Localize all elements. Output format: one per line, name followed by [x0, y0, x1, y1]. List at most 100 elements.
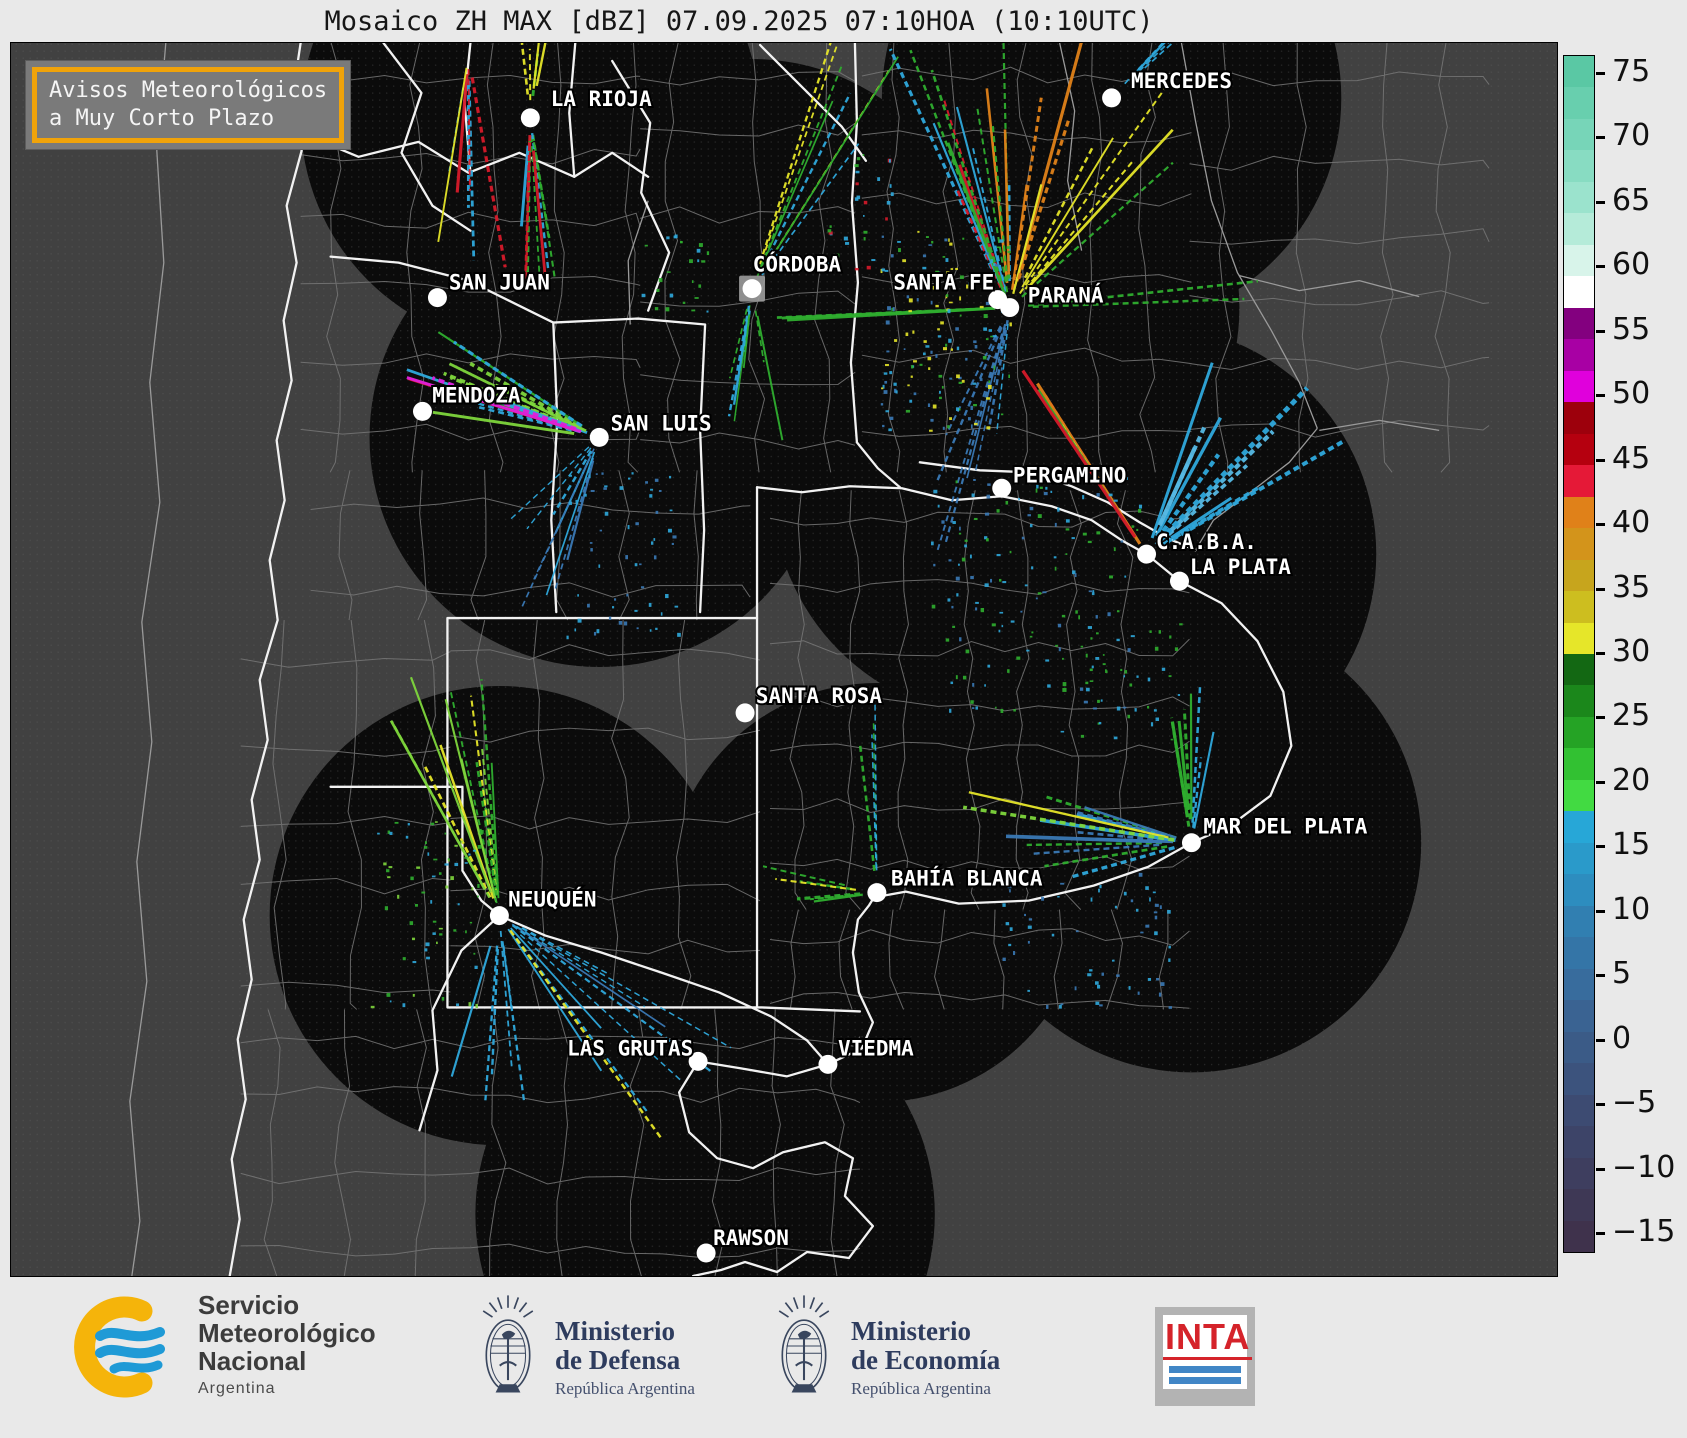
- defensa-line3: República Argentina: [555, 1379, 695, 1398]
- colorbar-tick: [1596, 780, 1605, 784]
- warning-line-2: a Muy Corto Plazo: [49, 106, 275, 131]
- city-dot: [992, 478, 1012, 498]
- city-label: MERCEDES: [1131, 69, 1232, 93]
- colorbar-band: [1564, 307, 1594, 340]
- colorbar-band: [1564, 1094, 1594, 1127]
- city-dot: [412, 401, 432, 421]
- colorbar-band: [1564, 496, 1594, 529]
- city-label: C.A.B.A.: [1156, 530, 1257, 554]
- colorbar-tick-label: 55: [1612, 311, 1651, 347]
- colorbar-tick-label: 40: [1612, 505, 1651, 541]
- colorbar-tick-label: 5: [1612, 956, 1632, 992]
- colorbar-tick: [1596, 200, 1605, 204]
- colorbar-band: [1564, 118, 1594, 151]
- colorbar-band: [1564, 685, 1594, 718]
- colorbar-band: [1564, 1126, 1594, 1159]
- city-dot: [818, 1054, 838, 1074]
- colorbar-tick-label: 50: [1612, 376, 1651, 412]
- colorbar-tick-label: 75: [1612, 54, 1651, 89]
- economia-line3: República Argentina: [851, 1379, 991, 1398]
- defensa-line2: de Defensa: [555, 1345, 681, 1375]
- economia-line2: de Economía: [851, 1345, 1001, 1375]
- colorbar-band: [1564, 1157, 1594, 1190]
- colorbar-band: [1564, 559, 1594, 592]
- city-dot: [735, 703, 755, 723]
- colorbar-tick: [1596, 136, 1605, 140]
- city-dot: [520, 108, 540, 128]
- colorbar-tick-label: −10: [1612, 1149, 1676, 1185]
- city-label: PERGAMINO: [1013, 463, 1127, 487]
- colorbar-band: [1564, 370, 1594, 403]
- colorbar-tick-label: 15: [1612, 827, 1651, 863]
- colorbar-tick-label: −5: [1612, 1085, 1657, 1121]
- smn-name-line2: Meteorológico: [198, 1318, 376, 1348]
- colorbar-band: [1564, 1031, 1594, 1064]
- city-label: SANTA ROSA: [756, 684, 883, 708]
- colorbar-band: [1564, 1189, 1594, 1222]
- colorbar-band: [1564, 213, 1594, 246]
- colorbar-band: [1564, 654, 1594, 686]
- colorbar-band: [1564, 842, 1594, 875]
- colorbar-tick-label: 60: [1612, 247, 1651, 283]
- smn-sun-wave-icon: [74, 1296, 165, 1398]
- colorbar-tick: [1596, 1167, 1605, 1171]
- colorbar-tick: [1596, 265, 1605, 269]
- colorbar-tick: [1596, 458, 1605, 462]
- city-label: BAHÍA BLANCA: [891, 866, 1043, 891]
- city-label: CÓRDOBA: [753, 252, 842, 277]
- colorbar-band: [1564, 276, 1594, 309]
- colorbar-tick: [1596, 72, 1605, 75]
- colorbar-tick-label: 10: [1612, 891, 1651, 927]
- smn-name-line3: Nacional: [198, 1346, 307, 1376]
- colorbar-band: [1564, 433, 1594, 466]
- colorbar-tick-label: 35: [1612, 569, 1651, 605]
- city-dot: [1102, 88, 1122, 108]
- colorbar-band: [1564, 150, 1594, 183]
- colorbar-band: [1564, 181, 1594, 214]
- inta-logo: INTA: [1155, 1307, 1255, 1406]
- colorbar-band: [1564, 905, 1594, 938]
- colorbar-tick: [1596, 909, 1605, 913]
- colorbar-band: [1564, 968, 1594, 1001]
- smn-name-line1: Servicio: [198, 1290, 300, 1320]
- defensa-logo: Ministerio de Defensa República Argentin…: [477, 1291, 695, 1399]
- radar-product: Mosaico ZH MAX [dBZ] 07.09.2025 07:10HOA…: [0, 0, 1687, 1438]
- coat-of-arms-icon: [482, 1294, 534, 1394]
- colorbar-tick: [1596, 974, 1605, 978]
- colorbar: [1563, 55, 1595, 1253]
- colorbar-tick: [1596, 845, 1605, 849]
- city-dot: [867, 883, 887, 903]
- inta-blue-bar-2: [1169, 1377, 1241, 1384]
- city-label: MAR DEL PLATA: [1203, 815, 1367, 839]
- colorbar-tick: [1596, 329, 1605, 333]
- colorbar-tick-label: 45: [1612, 440, 1651, 476]
- city-label: LA RIOJA: [551, 87, 652, 111]
- colorbar-band: [1564, 402, 1594, 435]
- colorbar-tick-label: 65: [1612, 182, 1651, 218]
- city-dot: [1000, 298, 1020, 318]
- inta-blue-bar-1: [1169, 1366, 1241, 1373]
- colorbar-tick: [1596, 523, 1605, 527]
- city-label: SAN LUIS: [611, 411, 712, 435]
- product-title: Mosaico ZH MAX [dBZ] 07.09.2025 07:10HOA…: [324, 6, 1154, 37]
- colorbar-tick-label: 70: [1612, 118, 1651, 154]
- warning-box: Avisos Meteorológicos a Muy Corto Plazo: [25, 60, 352, 150]
- city-dot: [1170, 571, 1189, 591]
- colorbar-tick: [1596, 716, 1605, 720]
- colorbar-band: [1564, 87, 1594, 120]
- smn-name-line4: Argentina: [198, 1380, 276, 1397]
- colorbar-tick: [1596, 652, 1605, 655]
- city-label: SAN JUAN: [449, 271, 550, 295]
- colorbar-tick-label: 0: [1612, 1020, 1632, 1056]
- city-label: LA PLATA: [1190, 555, 1291, 579]
- radar-map: LA RIOJA MERCEDES SAN JUAN CÓRDOBA SANTA FE P…: [11, 43, 1557, 1276]
- colorbar-band: [1564, 874, 1594, 907]
- city-label: SANTA FE: [893, 271, 994, 295]
- colorbar-band: [1564, 56, 1594, 88]
- coat-of-arms-icon: [778, 1294, 830, 1394]
- colorbar-band: [1564, 1220, 1594, 1253]
- city-label: RAWSON: [713, 1226, 789, 1250]
- footer: Servicio Meteorológico Nacional Argentin…: [0, 1277, 1687, 1438]
- colorbar-band: [1564, 465, 1594, 498]
- city-dot: [427, 288, 447, 308]
